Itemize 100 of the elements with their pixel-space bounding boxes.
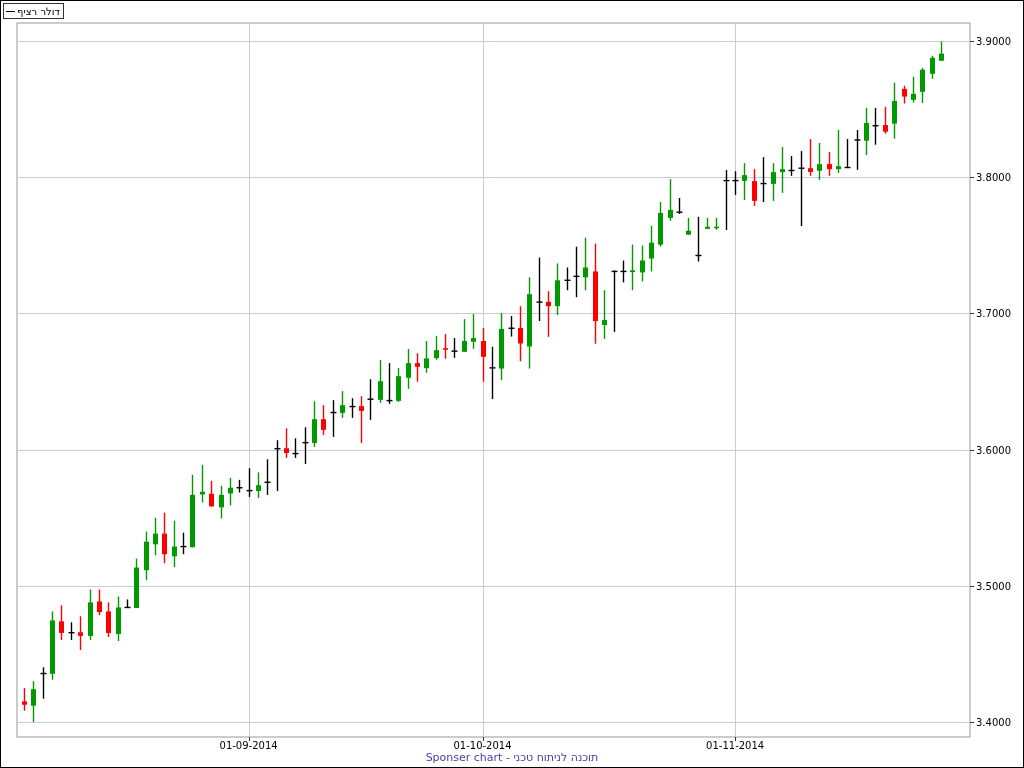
- axis-tick-label: 01-10-2014: [453, 736, 512, 751]
- candlestick: [546, 290, 551, 338]
- candlestick: [263, 458, 272, 496]
- candlestick: [179, 532, 188, 555]
- candlestick: [67, 621, 76, 641]
- candlestick: [649, 225, 654, 273]
- candlestick: [817, 142, 822, 181]
- candlestick: [555, 262, 560, 316]
- candlestick: [630, 243, 635, 291]
- axis-tick-label: 3.9000: [969, 36, 1011, 47]
- candlestick: [78, 615, 83, 651]
- line-icon: [6, 10, 15, 12]
- candlestick: [134, 557, 139, 609]
- candlestick: [675, 197, 684, 215]
- candlestick: [883, 106, 888, 135]
- candlestick: [668, 178, 673, 222]
- candlestick: [686, 217, 691, 236]
- candlestick: [771, 162, 776, 202]
- y-tick-label: 3.6000: [976, 444, 1011, 456]
- candlestick: [488, 346, 497, 400]
- candlestick: [284, 427, 289, 459]
- axis-tick-label: 01-09-2014: [219, 736, 278, 751]
- candlestick: [59, 604, 64, 641]
- candlestick: [518, 305, 523, 363]
- candlestick: [106, 601, 111, 638]
- candlestick: [219, 485, 224, 520]
- candlestick: [172, 520, 177, 568]
- candlestick: [640, 244, 645, 283]
- candlestick: [273, 439, 282, 492]
- axis-tick-label: 3.8000: [969, 172, 1011, 184]
- legend-label: דולר רציף: [17, 5, 60, 17]
- candlestick: [348, 397, 357, 419]
- y-tick-label: 3.5000: [976, 580, 1011, 592]
- candlestick: [415, 352, 420, 383]
- candlestick: [471, 313, 476, 350]
- candlestick: [871, 107, 880, 146]
- candlestick: [31, 680, 36, 723]
- candlestick: [911, 76, 916, 104]
- candlestick: [759, 156, 768, 203]
- candlestick: [406, 348, 411, 390]
- x-tick-label: 01-09-2014: [219, 740, 278, 751]
- candlestick: [209, 480, 214, 508]
- candlestick: [123, 598, 132, 609]
- candlestick: [144, 530, 149, 581]
- candlestick: [864, 107, 869, 156]
- candlestick: [443, 333, 448, 360]
- candlestick: [714, 217, 719, 231]
- candlestick: [88, 588, 93, 641]
- candlestick: [481, 327, 486, 383]
- candlestick: [843, 138, 852, 169]
- candlestick: [808, 138, 813, 177]
- candlestick: [162, 511, 167, 564]
- candlestick: [827, 151, 832, 177]
- candlestick: [583, 236, 588, 291]
- y-tick-label: 3.7000: [976, 308, 1011, 320]
- candlestick: [359, 395, 364, 444]
- y-tick-label: 3.9000: [976, 35, 1011, 47]
- candlestick: [200, 464, 205, 504]
- candlestick: [256, 471, 261, 499]
- candlestick: [658, 201, 663, 248]
- candlestick: [694, 216, 703, 263]
- candlestick: [462, 318, 467, 353]
- candlestick: [853, 129, 862, 171]
- candlestick: [535, 256, 544, 322]
- candlestick: [321, 404, 326, 436]
- y-tick-label: 3.4000: [976, 717, 1011, 729]
- candlestick: [902, 85, 907, 105]
- x-tick-label: 01-11-2014: [706, 740, 765, 751]
- candlestick: [507, 315, 516, 338]
- candlestick: [499, 312, 504, 381]
- candlestick: [22, 687, 27, 712]
- candlestick: [450, 337, 459, 359]
- candlestick: [329, 399, 338, 438]
- candlestick: [892, 82, 897, 140]
- candlestick: [50, 610, 55, 681]
- candlestick: [742, 162, 747, 201]
- candlestick: [385, 362, 394, 405]
- candlestick: [153, 517, 158, 556]
- axis-tick-label: 3.4000: [969, 717, 1011, 728]
- candlestick: [920, 67, 925, 104]
- y-tick-label: 3.8000: [976, 172, 1011, 184]
- candlestick: [378, 359, 383, 404]
- axis-tick-label: 3.7000: [969, 308, 1011, 320]
- candlestick: [116, 595, 121, 642]
- candlestick: [424, 340, 429, 374]
- axis-tick-label: 01-11-2014: [706, 736, 765, 751]
- candlestick: [39, 666, 48, 700]
- candlestick: [602, 289, 607, 340]
- candlestick: [366, 378, 375, 421]
- axis-tick-label: 3.5000: [969, 580, 1011, 592]
- candlestick: [939, 40, 944, 62]
- axis-tick-label: 3.6000: [969, 444, 1011, 456]
- candlestick: [780, 146, 785, 194]
- candlestick: [930, 55, 935, 80]
- x-tick-label: 01-10-2014: [453, 740, 512, 751]
- candlestick: [97, 588, 102, 616]
- candlestick: [705, 217, 710, 230]
- sponsor-link[interactable]: Sponser chart - תוכנה לניתוח טכני: [425, 751, 599, 765]
- candlestick: [340, 390, 345, 419]
- candlestick: [836, 129, 841, 174]
